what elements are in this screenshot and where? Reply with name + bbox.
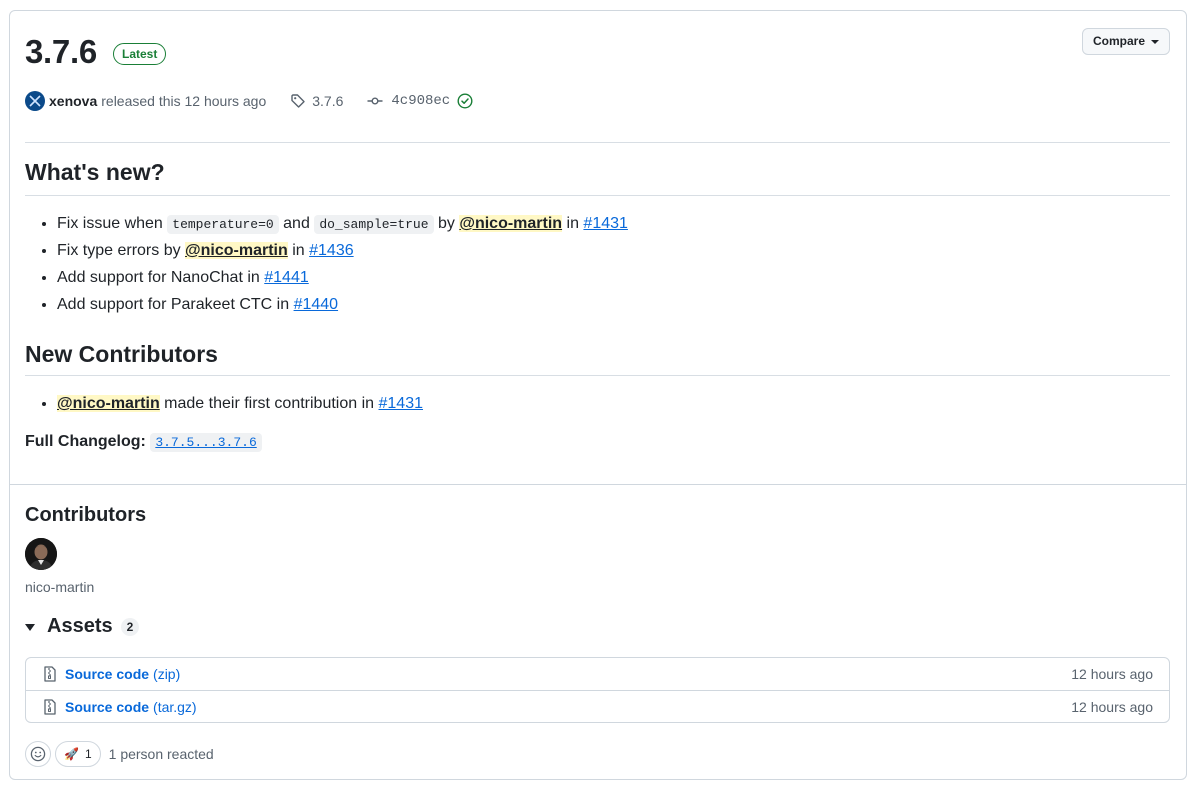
list-item: @nico-martin made their first contributi… xyxy=(57,390,423,417)
list-item: Add support for Parakeet CTC in #1440 xyxy=(57,291,628,318)
commit-link[interactable]: 4c908ec xyxy=(391,93,450,109)
latest-badge: Latest xyxy=(113,43,167,65)
pr-link[interactable]: #1441 xyxy=(264,269,309,286)
full-changelog: Full Changelog: 3.7.5...3.7.6 xyxy=(25,433,262,452)
contributors-heading: Contributors xyxy=(25,504,147,526)
compare-button[interactable]: Compare xyxy=(1081,28,1170,55)
reactions-bar: 🚀 1 1 person reacted xyxy=(25,741,214,767)
assets-toggle[interactable]: Assets 2 xyxy=(25,615,140,638)
file-zip-icon xyxy=(43,666,57,682)
whats-new-heading: What's new? xyxy=(25,159,165,185)
smiley-icon xyxy=(30,746,46,762)
reaction-summary: 1 person reacted xyxy=(108,746,214,762)
release-card: 3.7.6 Latest Compare xenova released thi… xyxy=(9,10,1187,780)
asset-name-link[interactable]: Source code xyxy=(65,666,149,682)
verified-check-icon[interactable] xyxy=(457,93,473,109)
asset-ext[interactable]: (tar.gz) xyxy=(153,699,197,715)
whats-new-list: Fix issue when temperature=0 and do_samp… xyxy=(57,210,628,318)
commit-icon xyxy=(367,93,383,109)
whats-new-divider xyxy=(25,195,1170,196)
asset-time: 12 hours ago xyxy=(1071,698,1153,715)
code-temperature: temperature=0 xyxy=(167,215,279,234)
tag-link[interactable]: 3.7.6 xyxy=(312,93,343,109)
assets-heading: Assets xyxy=(47,615,113,637)
header-divider xyxy=(25,142,1170,143)
reaction-count: 1 xyxy=(84,747,92,761)
caret-down-icon xyxy=(1151,40,1159,44)
release-title[interactable]: 3.7.6 xyxy=(25,33,97,71)
released-text: released this 12 hours ago xyxy=(101,93,267,109)
asset-row[interactable]: Source code (zip) 12 hours ago xyxy=(26,658,1169,690)
assets-count-badge: 2 xyxy=(120,617,140,636)
author-avatar[interactable] xyxy=(25,91,45,111)
new-contributors-heading: New Contributors xyxy=(25,341,218,367)
tag-icon xyxy=(290,93,306,109)
contributor-name[interactable]: nico-martin xyxy=(25,579,94,595)
pr-link[interactable]: #1431 xyxy=(379,395,424,412)
triangle-down-icon xyxy=(25,624,35,631)
author-link[interactable]: xenova xyxy=(49,93,97,109)
asset-ext[interactable]: (zip) xyxy=(153,666,180,682)
asset-row[interactable]: Source code (tar.gz) 12 hours ago xyxy=(26,690,1169,722)
compare-label: Compare xyxy=(1092,34,1145,48)
new-contributors-divider xyxy=(25,375,1170,376)
section-divider xyxy=(10,484,1186,485)
changelog-compare-link[interactable]: 3.7.5...3.7.6 xyxy=(150,433,262,452)
pr-link[interactable]: #1431 xyxy=(583,215,628,232)
mention-link[interactable]: @nico-martin xyxy=(57,395,160,412)
list-item: Fix issue when temperature=0 and do_samp… xyxy=(57,210,628,237)
pr-link[interactable]: #1440 xyxy=(294,296,339,313)
add-reaction-button[interactable] xyxy=(25,741,51,767)
asset-name-link[interactable]: Source code xyxy=(65,699,149,715)
assets-list: Source code (zip) 12 hours ago Source co… xyxy=(25,657,1170,723)
rocket-icon: 🚀 xyxy=(64,747,79,761)
release-meta: xenova released this 12 hours ago 3.7.6 … xyxy=(25,91,473,111)
contributor-avatar[interactable] xyxy=(25,538,57,570)
file-zip-icon xyxy=(43,698,57,715)
new-contributors-list: @nico-martin made their first contributi… xyxy=(57,390,423,417)
mention-link[interactable]: @nico-martin xyxy=(459,215,563,232)
code-do-sample: do_sample=true xyxy=(314,215,434,234)
list-item: Add support for NanoChat in #1441 xyxy=(57,264,628,291)
xenova-logo-icon xyxy=(29,95,41,107)
mention-link[interactable]: @nico-martin xyxy=(185,242,288,259)
rocket-reaction-button[interactable]: 🚀 1 xyxy=(55,741,101,767)
asset-time: 12 hours ago xyxy=(1071,666,1153,682)
list-item: Fix type errors by @nico-martin in #1436 xyxy=(57,237,628,264)
pr-link[interactable]: #1436 xyxy=(309,242,354,259)
